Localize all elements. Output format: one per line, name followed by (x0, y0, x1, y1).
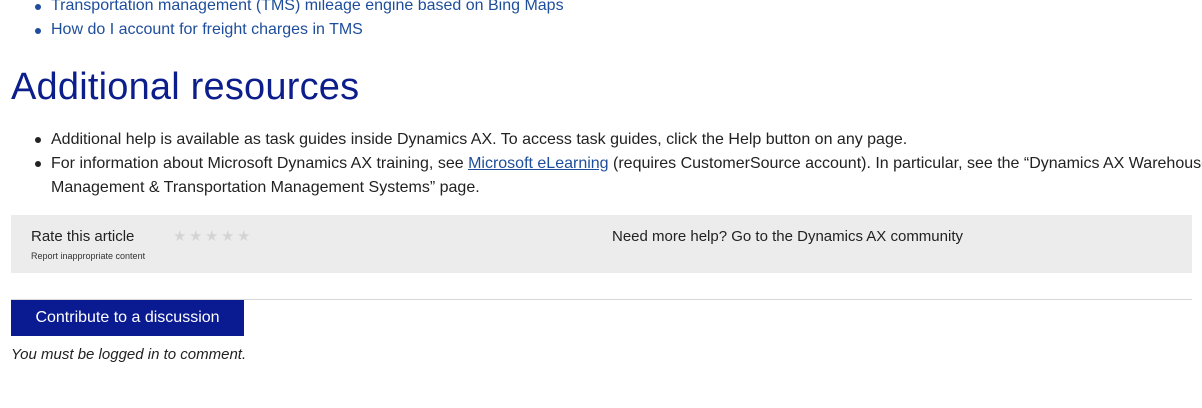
star-icon[interactable]: ★ (221, 227, 237, 245)
list-item: How do I account for freight charges in … (35, 18, 564, 42)
contribute-discussion-button[interactable]: Contribute to a discussion (11, 300, 244, 336)
star-rating[interactable]: ★ ★ ★ ★ ★ (173, 227, 253, 245)
star-icon[interactable]: ★ (237, 227, 253, 245)
community-help-text[interactable]: Need more help? Go to the Dynamics AX co… (612, 228, 963, 245)
list-item: For information about Microsoft Dynamics… (35, 152, 1202, 200)
related-links-list: Transportation management (TMS) mileage … (0, 0, 564, 42)
microsoft-elearning-link[interactable]: Microsoft eLearning (468, 155, 609, 172)
related-link-mileage-engine[interactable]: Transportation management (TMS) mileage … (51, 0, 564, 14)
section-title: Additional resources (11, 66, 360, 108)
login-note: You must be logged in to comment. (11, 346, 247, 363)
resources-list: Additional help is available as task gui… (0, 128, 1202, 200)
resource-text: Additional help is available as task gui… (51, 131, 908, 148)
star-icon[interactable]: ★ (173, 227, 189, 245)
list-item: Additional help is available as task gui… (35, 128, 1202, 152)
rating-bar: Rate this article ★ ★ ★ ★ ★ Report inappropr… (11, 215, 1192, 273)
list-item: Transportation management (TMS) mileage … (35, 0, 564, 18)
rate-article-label: Rate this article (31, 228, 135, 245)
star-icon[interactable]: ★ (205, 227, 221, 245)
star-icon[interactable]: ★ (189, 227, 205, 245)
report-content-link[interactable]: Report inappropriate content (31, 251, 145, 261)
related-link-freight-charges[interactable]: How do I account for freight charges in … (51, 21, 363, 38)
article-page: Transportation management (TMS) mileage … (0, 0, 1202, 408)
resource-text-before: For information about Microsoft Dynamics… (51, 155, 469, 172)
